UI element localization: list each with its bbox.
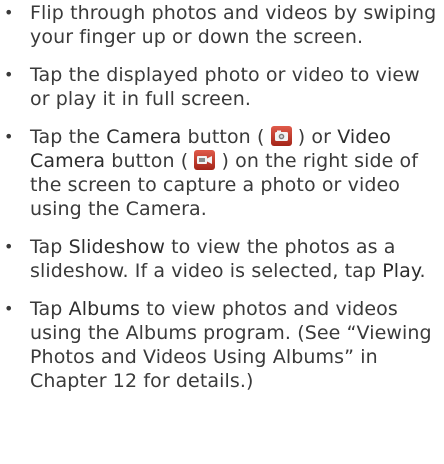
bullet-marker: • (4, 237, 14, 256)
instruction-text: Tap the (30, 126, 107, 148)
instruction-list: • Flip through photos and videos by swip… (0, 1, 444, 393)
video-camera-icon (194, 150, 216, 170)
bullet-marker: • (4, 65, 14, 84)
play-label: Play (382, 260, 420, 282)
slideshow-label: Slideshow (68, 236, 165, 258)
instruction-text: Tap (30, 236, 69, 258)
bullet-marker: • (4, 3, 14, 22)
list-item-flip: • Flip through photos and videos by swip… (0, 1, 444, 49)
list-item-camera: • Tap the Camera button ( ) or Video Cam… (0, 125, 444, 221)
list-item-tap-photo: • Tap the displayed photo or video to vi… (0, 63, 444, 111)
instruction-text: Flip through photos and videos by swipin… (30, 2, 437, 48)
camera-icon (270, 126, 292, 146)
instruction-text: . (419, 260, 426, 282)
camera-label: Camera (106, 126, 182, 148)
list-item-slideshow: • Tap Slideshow to view the photos as a … (0, 235, 444, 283)
instruction-text: ) or (291, 126, 338, 148)
albums-label: Albums (68, 298, 140, 320)
instruction-text: button ( (181, 126, 271, 148)
instruction-text: button ( (105, 150, 195, 172)
list-item-albums: • Tap Albums to view photos and videos u… (0, 297, 444, 393)
instruction-text: Tap the displayed photo or video to view… (30, 64, 420, 110)
instruction-text: Tap (30, 298, 69, 320)
bullet-marker: • (4, 127, 14, 146)
bullet-marker: • (4, 299, 14, 318)
instruction-page: • Flip through photos and videos by swip… (0, 0, 444, 464)
